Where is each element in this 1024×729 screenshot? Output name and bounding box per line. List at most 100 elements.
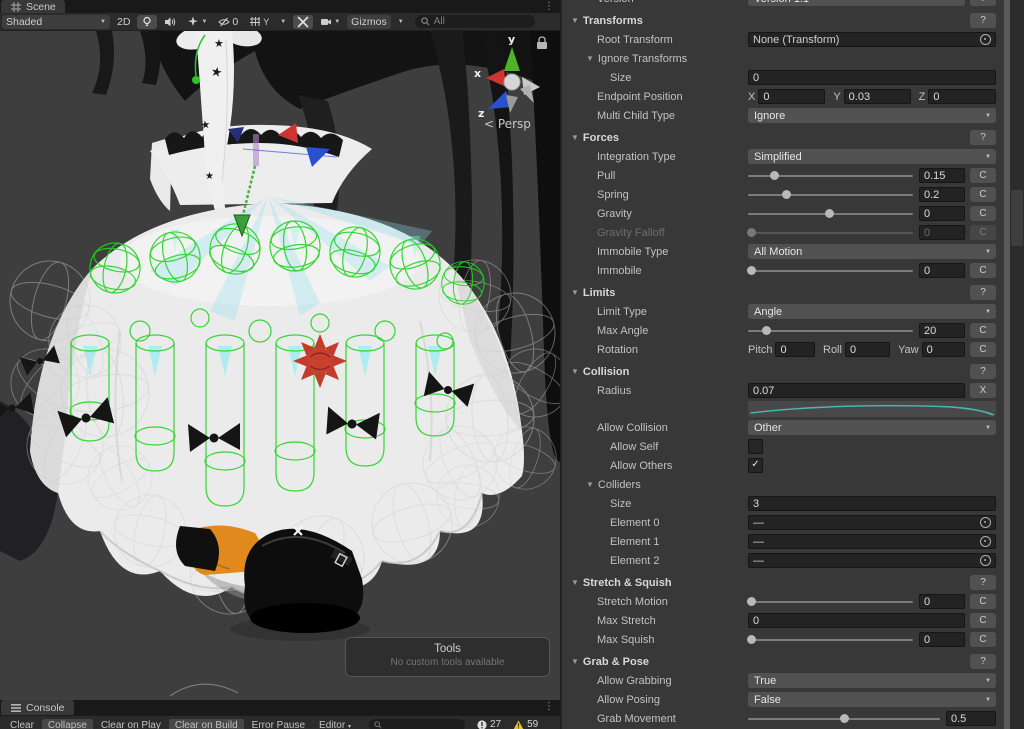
object-picker-icon[interactable]	[980, 34, 991, 45]
foldout-triangle-icon[interactable]: ▼	[571, 578, 579, 587]
foldout-triangle-icon[interactable]: ▼	[571, 133, 579, 142]
2d-toggle-button[interactable]: 2D	[113, 15, 134, 29]
slider-thumb[interactable]	[747, 597, 757, 606]
curve-mode-button[interactable]: C	[970, 613, 996, 628]
dropdown-allow-posing[interactable]: False ▼	[748, 692, 996, 707]
axis-field-y[interactable]: 0.03	[843, 89, 911, 104]
audio-toggle-button[interactable]	[160, 15, 180, 29]
slider-value-stretch-motion[interactable]: 0	[919, 594, 965, 609]
foldout-triangle-icon[interactable]: ▼	[586, 480, 594, 489]
help-button[interactable]: ?	[970, 575, 996, 590]
slider-thumb[interactable]	[824, 209, 834, 218]
console-error-pause-button[interactable]: Error Pause	[246, 719, 311, 729]
curve-mode-button[interactable]: C	[970, 632, 996, 647]
scene-menu-icon[interactable]: ⋮	[544, 0, 554, 13]
curve-mode-button[interactable]: C	[970, 594, 996, 609]
console-clear-button[interactable]: Clear	[4, 719, 40, 729]
slider-pull[interactable]	[748, 168, 913, 183]
console-menu-icon[interactable]: ⋮	[544, 700, 554, 713]
console-clear-on-play-button[interactable]: Clear on Play	[95, 719, 167, 729]
slider-value-spring[interactable]: 0.2	[919, 187, 965, 202]
slider-value-max-squish[interactable]: 0	[919, 632, 965, 647]
slider-thumb[interactable]	[781, 190, 791, 199]
tab-scene[interactable]: Scene	[1, 0, 65, 13]
curve-mode-button[interactable]: C	[970, 323, 996, 338]
help-button[interactable]: ?	[970, 285, 996, 300]
foldout-triangle-icon[interactable]: ▼	[586, 54, 594, 63]
slider-value-max-angle[interactable]: 20	[919, 323, 965, 338]
text-field-size[interactable]: 3	[748, 496, 996, 511]
help-button[interactable]: ?	[970, 364, 996, 379]
text-field-size[interactable]: 0	[748, 70, 996, 85]
foldout-triangle-icon[interactable]: ▼	[571, 367, 579, 376]
scene-visibility-button[interactable]: 0	[214, 15, 242, 29]
help-button[interactable]: ?	[970, 130, 996, 145]
object-picker-icon[interactable]	[980, 536, 991, 547]
axis-field-yaw[interactable]: 0	[921, 342, 965, 357]
console-warning-toggle[interactable]: 59	[513, 719, 538, 729]
clear-button[interactable]: X	[970, 383, 996, 398]
object-field-element-0[interactable]: —	[748, 515, 996, 530]
slider-value-immobile[interactable]: 0	[919, 263, 965, 278]
object-field-element-2[interactable]: —	[748, 553, 996, 568]
effects-dropdown-button[interactable]: ▼	[183, 15, 211, 29]
help-button[interactable]: ?	[970, 654, 996, 669]
object-field-element-1[interactable]: —	[748, 534, 996, 549]
slider-value-gravity[interactable]: 0	[919, 206, 965, 221]
dropdown-integration-type[interactable]: Simplified ▼	[748, 149, 996, 164]
curve-mode-button[interactable]: C	[970, 342, 996, 357]
dropdown-limit-type[interactable]: Angle ▼	[748, 304, 996, 319]
axis-field-x[interactable]: 0	[758, 89, 826, 104]
foldout-triangle-icon[interactable]: ▼	[571, 288, 579, 297]
slider-thumb[interactable]	[840, 714, 849, 723]
dropdown-allow-collision[interactable]: Other ▼	[748, 420, 996, 435]
slider-value-grab-movement[interactable]: 0.5	[946, 711, 996, 726]
dropdown-allow-grabbing[interactable]: True ▼	[748, 673, 996, 688]
slider-thumb[interactable]	[747, 266, 757, 275]
dropdown-version[interactable]: Version 1.1 ▼	[748, 0, 965, 6]
console-info-toggle[interactable]: 27	[477, 719, 501, 729]
object-field-root-transform[interactable]: None (Transform)	[748, 32, 996, 47]
help-button[interactable]: ?	[970, 0, 996, 6]
tab-console[interactable]: Console	[1, 700, 74, 715]
slider-max-angle[interactable]	[748, 323, 913, 338]
projection-mode[interactable]: < Persp	[484, 117, 531, 131]
selected-collider-sun[interactable]	[293, 334, 347, 388]
console-clear-on-build-button[interactable]: Clear on Build	[168, 719, 244, 729]
slider-gravity[interactable]	[748, 206, 913, 221]
help-button[interactable]: ?	[970, 13, 996, 28]
console-editor-dropdown[interactable]: Editor ▾	[313, 719, 357, 729]
curve-mode-button[interactable]: C	[970, 225, 996, 240]
text-field-max-stretch[interactable]: 0	[748, 613, 965, 628]
object-picker-icon[interactable]	[980, 517, 991, 528]
slider-thumb[interactable]	[762, 326, 772, 335]
gizmos-arrow-button[interactable]: ▼	[394, 15, 408, 29]
radius-curve-field[interactable]	[748, 401, 996, 417]
slider-thumb[interactable]	[747, 228, 757, 237]
slider-value-pull[interactable]: 0.15	[919, 168, 965, 183]
dock-scrollbar-thumb[interactable]	[1011, 190, 1023, 246]
lighting-toggle-button[interactable]	[137, 14, 158, 29]
axis-field-z[interactable]: 0	[928, 89, 996, 104]
component-tools-button[interactable]	[293, 14, 314, 29]
slider-value-gravity-falloff[interactable]: 0	[919, 225, 965, 240]
curve-mode-button[interactable]: C	[970, 187, 996, 202]
console-search-input[interactable]	[368, 719, 465, 729]
slider-max-squish[interactable]	[747, 632, 913, 647]
axis-field-roll[interactable]: 0	[844, 342, 890, 357]
object-picker-icon[interactable]	[980, 555, 991, 566]
text-field-radius[interactable]: 0.07	[748, 383, 965, 398]
scene-search-input[interactable]: All	[414, 15, 535, 28]
shading-mode-dropdown[interactable]: Shaded ▼	[2, 14, 110, 29]
foldout-triangle-icon[interactable]: ▼	[571, 657, 579, 666]
slider-grab-movement[interactable]	[748, 711, 940, 726]
camera-dropdown-button[interactable]: ▼	[316, 15, 344, 29]
grid-settings-dropdown[interactable]: ▼	[276, 15, 290, 29]
grid-visibility-button[interactable]: Y	[245, 15, 273, 29]
dropdown-multi-child-type[interactable]: Ignore ▼	[748, 108, 996, 123]
curve-mode-button[interactable]: C	[970, 206, 996, 221]
console-collapse-button[interactable]: Collapse	[41, 719, 93, 729]
scene-viewport[interactable]: ★ ★ ★ ★ ★	[0, 31, 560, 700]
slider-thumb[interactable]	[770, 171, 780, 180]
foldout-triangle-icon[interactable]: ▼	[571, 16, 579, 25]
